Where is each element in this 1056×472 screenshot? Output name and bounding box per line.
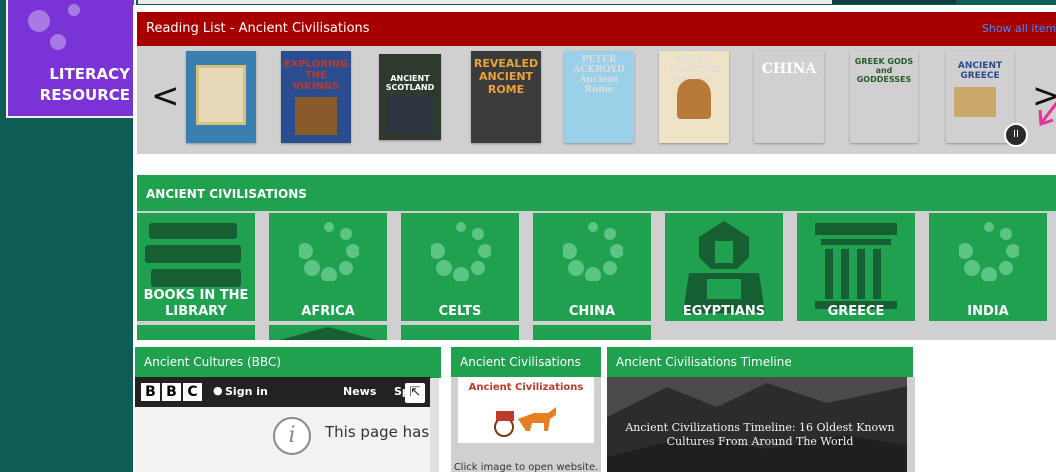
carousel-prev-button[interactable]: < — [151, 76, 180, 116]
user-icon: ● — [213, 384, 223, 397]
tile-row2-3[interactable] — [401, 325, 519, 340]
timeline-image-link[interactable]: Ancient Civilizations Timeline: 16 Oldes… — [607, 377, 913, 472]
book-title: PETER ACKROYD Ancient Rome — [573, 55, 625, 95]
book-cover-3[interactable]: ANCIENT SCOTLAND — [379, 54, 441, 140]
book-cover-art — [196, 65, 246, 125]
tile-label: CELTS — [438, 304, 482, 319]
bbc-navbar: B B C ● Sign in News Sp ⇱ — [135, 377, 431, 407]
timeline-widget-header: Ancient Civilisations Timeline — [607, 347, 913, 378]
carousel-pause-button[interactable]: II — [1004, 123, 1028, 147]
timeline-title-line1: Ancient Civilizations Timeline: 16 Oldes… — [625, 421, 895, 434]
literacy-tile-label-line2: RESOURCE — [39, 86, 130, 104]
book-cover-4[interactable]: REVEALED ANCIENT ROME — [471, 51, 541, 143]
books-icon — [145, 223, 241, 287]
temple-icon — [815, 223, 897, 309]
bbc-scrollbar[interactable] — [430, 378, 439, 472]
spinner-icon — [431, 222, 491, 281]
ancient-civs-image-link[interactable]: Ancient Civilizations — [458, 377, 594, 443]
tile-label: EGYPTIANS — [682, 304, 766, 319]
background-top-strip — [138, 0, 832, 4]
spinner-icon — [563, 222, 623, 281]
tile-label-line2: LIBRARY — [165, 304, 227, 319]
tile-celts[interactable]: CELTS — [401, 213, 519, 321]
bbc-logo-letter: C — [183, 383, 202, 401]
spinner-icon — [299, 222, 359, 281]
bbc-widget-header: Ancient Cultures (BBC) — [135, 347, 441, 378]
spinner-dot — [68, 4, 80, 16]
book-cover-5[interactable]: PETER ACKROYD Ancient Rome — [564, 51, 634, 143]
tile-africa[interactable]: AFRICA — [269, 213, 387, 321]
timeline-image-title: Ancient Civilizations Timeline: 16 Oldes… — [607, 421, 913, 449]
tile-label: CHINA — [568, 304, 616, 319]
spinner-icon — [959, 222, 1019, 281]
main-panel: Reading List - Ancient Civilisations Sho… — [133, 5, 1056, 472]
bbc-error-message: This page has — [325, 423, 430, 441]
ancient-civilisations-section: ANCIENT CIVILISATIONS BOOKS IN THE LIBRA… — [137, 175, 1056, 340]
roof-icon — [279, 327, 377, 340]
pointer-arrow-icon — [1038, 101, 1056, 127]
tile-row2-1[interactable] — [137, 325, 255, 340]
tile-books-in-the-library[interactable]: BOOKS IN THE LIBRARY — [137, 213, 255, 321]
book-title: CHINA — [761, 61, 817, 77]
book-title: ANCIENT GREECE — [957, 61, 1003, 81]
book-cover-2[interactable]: EXPLORING THE VIKINGS — [281, 51, 351, 143]
background-top-strip-dark — [832, 0, 956, 4]
reading-list-carousel: < > EXPLORING THE VIKINGS ANCIENT SCOTLA… — [137, 46, 1056, 154]
bbc-sign-in-link[interactable]: Sign in — [225, 385, 268, 398]
literacy-tile-label: LITERACY RESOURCE — [8, 64, 134, 106]
show-all-items-link[interactable]: Show all items — [982, 22, 1056, 35]
literacy-resources-tile[interactable]: LITERACY RESOURCE — [6, 0, 136, 118]
book-title: REVEALED ANCIENT ROME — [473, 57, 539, 96]
book-title: GREEK GODS and GODDESSES — [854, 57, 914, 84]
tile-label: GREECE — [827, 304, 885, 319]
book-cover-8[interactable]: GREEK GODS and GODDESSES — [850, 51, 918, 143]
sphinx-icon — [683, 221, 765, 313]
book-cover-art — [387, 96, 433, 134]
book-cover-6[interactable]: PETER ACKROYD Ancient Greece — [659, 51, 729, 143]
tile-india[interactable]: INDIA — [929, 213, 1047, 321]
reading-list-title: Reading List - Ancient Civilisations — [146, 21, 370, 36]
book-title: ANCIENT SCOTLAND — [385, 74, 435, 92]
bbc-logo[interactable]: B B C — [141, 383, 202, 401]
chariot-icon — [494, 407, 556, 437]
ancient-civs-card-title: Ancient Civilizations — [468, 382, 584, 393]
tile-egyptians[interactable]: EGYPTIANS — [665, 213, 783, 321]
book-cover-art — [954, 87, 996, 117]
timeline-title-line2: Cultures From Around The World — [666, 435, 854, 448]
tile-row2-2[interactable] — [269, 325, 387, 340]
tile-label-line1: BOOKS IN THE — [143, 288, 249, 303]
book-cover-1[interactable] — [186, 51, 256, 143]
ancient-civs-caption: Click image to open website. — [453, 462, 599, 472]
bbc-logo-letter: B — [162, 383, 181, 401]
timeline-side-gutter — [907, 377, 915, 472]
info-icon: i — [273, 417, 311, 455]
bbc-logo-letter: B — [141, 383, 160, 401]
spinner-dot — [28, 10, 50, 32]
spinner-dot — [50, 34, 66, 50]
tile-row2-4[interactable] — [533, 325, 651, 340]
open-external-icon[interactable]: ⇱ — [405, 383, 425, 403]
ancient-civs-widget: Ancient Civilizations Click image to ope… — [451, 377, 601, 472]
bbc-embed: B B C ● Sign in News Sp ⇱ i This page ha… — [135, 377, 431, 472]
ancient-civilisations-header: ANCIENT CIVILISATIONS — [137, 175, 1056, 211]
book-cover-9[interactable]: ANCIENT GREECE — [946, 51, 1014, 143]
tile-label: INDIA — [967, 304, 1009, 319]
literacy-tile-label-line1: LITERACY — [49, 65, 130, 83]
reading-list-header: Reading List - Ancient Civilisations Sho… — [137, 12, 1056, 46]
tile-greece[interactable]: GREECE — [797, 213, 915, 321]
helmet-art — [677, 79, 711, 119]
ancient-civs-widget-header: Ancient Civilisations — [451, 347, 601, 378]
book-title: EXPLORING THE VIKINGS — [283, 59, 349, 92]
tile-china[interactable]: CHINA — [533, 213, 651, 321]
tile-label: AFRICA — [301, 304, 355, 319]
tile-label: BOOKS IN THE LIBRARY — [137, 288, 255, 320]
bbc-news-link[interactable]: News — [343, 385, 376, 398]
book-cover-art — [295, 97, 337, 135]
book-cover-7[interactable]: CHINA — [754, 51, 824, 143]
